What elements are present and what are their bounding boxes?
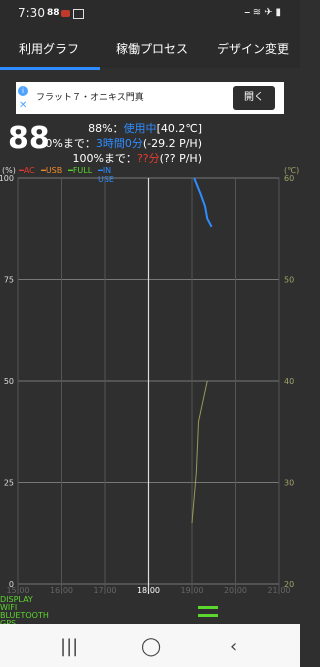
x-tick-label: 15:00 bbox=[6, 586, 29, 595]
battery-status-line: 88%：使用中[40.2℃] bbox=[88, 120, 202, 136]
x-tick-label: 16:00 bbox=[50, 586, 73, 595]
status-line-value: 使用中 bbox=[123, 122, 157, 135]
x-tick-label: 17:00 bbox=[93, 586, 116, 595]
tab-design-change[interactable]: デザイン変更 bbox=[217, 40, 289, 57]
y-right-tick-label: 40 bbox=[284, 377, 294, 386]
component-usage-bar bbox=[198, 606, 218, 609]
temperature-line bbox=[191, 380, 208, 524]
to100-time: ??分 bbox=[136, 152, 160, 165]
image-icon bbox=[73, 9, 84, 19]
notification-icon bbox=[61, 10, 70, 17]
to100-label: 100%まで： bbox=[72, 152, 137, 165]
tab-bar: 利用グラフ 稼働プロセス デザイン変更 bbox=[0, 28, 300, 68]
x-tick-label: 21:00 bbox=[267, 586, 290, 595]
to0-rate: (-29.2 P/H) bbox=[142, 137, 202, 150]
status-icons: ⎯≋✈▮ bbox=[244, 7, 284, 18]
ad-text: フラット７・オニキス門真 bbox=[36, 93, 144, 103]
status-line-label: 88%： bbox=[88, 122, 124, 135]
y-right-tick-label: 30 bbox=[284, 479, 294, 488]
component-usage-bar bbox=[198, 614, 218, 617]
status-bar: 7:30 88 ⎯≋✈▮ bbox=[0, 0, 300, 28]
x-tick-label: 20:00 bbox=[224, 586, 247, 595]
tab-usage-graph[interactable]: 利用グラフ bbox=[19, 40, 79, 57]
to0-label: 0%まで： bbox=[45, 137, 96, 150]
to0-time: 3時間0分 bbox=[95, 137, 143, 150]
time-to-empty-line: 0%まで：3時間0分(-29.2 P/H) bbox=[45, 135, 202, 151]
ad-info-icon[interactable]: i bbox=[18, 86, 28, 96]
to100-rate: (?? P/H) bbox=[159, 152, 202, 165]
tab-running-processes[interactable]: 稼働プロセス bbox=[116, 40, 188, 57]
status-time: 7:30 bbox=[18, 6, 45, 20]
battery-chart: 1007550250605040302015:00 16:00 17:00 18:00… bbox=[0, 174, 294, 617]
status-badge: 88 bbox=[47, 8, 60, 18]
y-left-tick-label: 25 bbox=[4, 479, 14, 488]
y-right-tick-label: 50 bbox=[284, 276, 294, 285]
y-right-tick-label: 60 bbox=[284, 174, 294, 183]
ad-close-icon[interactable]: ✕ bbox=[19, 100, 27, 111]
battery-level-line bbox=[193, 177, 213, 228]
y-left-tick-label: 75 bbox=[4, 276, 14, 285]
back-icon[interactable]: ‹ bbox=[230, 636, 237, 657]
navigation-bar: ||| ◯ ‹ bbox=[0, 624, 300, 667]
active-tab-indicator bbox=[0, 67, 100, 70]
y-left-tick-label: 50 bbox=[4, 377, 14, 386]
x-tick-label: 19:00 bbox=[180, 586, 203, 595]
time-to-full-line: 100%まで：??分(?? P/H) bbox=[72, 150, 202, 166]
home-icon[interactable]: ◯ bbox=[141, 636, 161, 657]
ad-open-button[interactable]: 開く bbox=[233, 86, 275, 110]
x-tick-label: 18:00 bbox=[137, 586, 160, 595]
battery-percent: 88 bbox=[8, 121, 50, 156]
recent-apps-icon[interactable]: ||| bbox=[60, 636, 78, 657]
status-line-temp: [40.2℃] bbox=[156, 122, 202, 135]
ad-banner[interactable]: i ✕ フラット７・オニキス門真 開く bbox=[16, 82, 284, 114]
y-left-tick-label: 100 bbox=[0, 174, 14, 183]
